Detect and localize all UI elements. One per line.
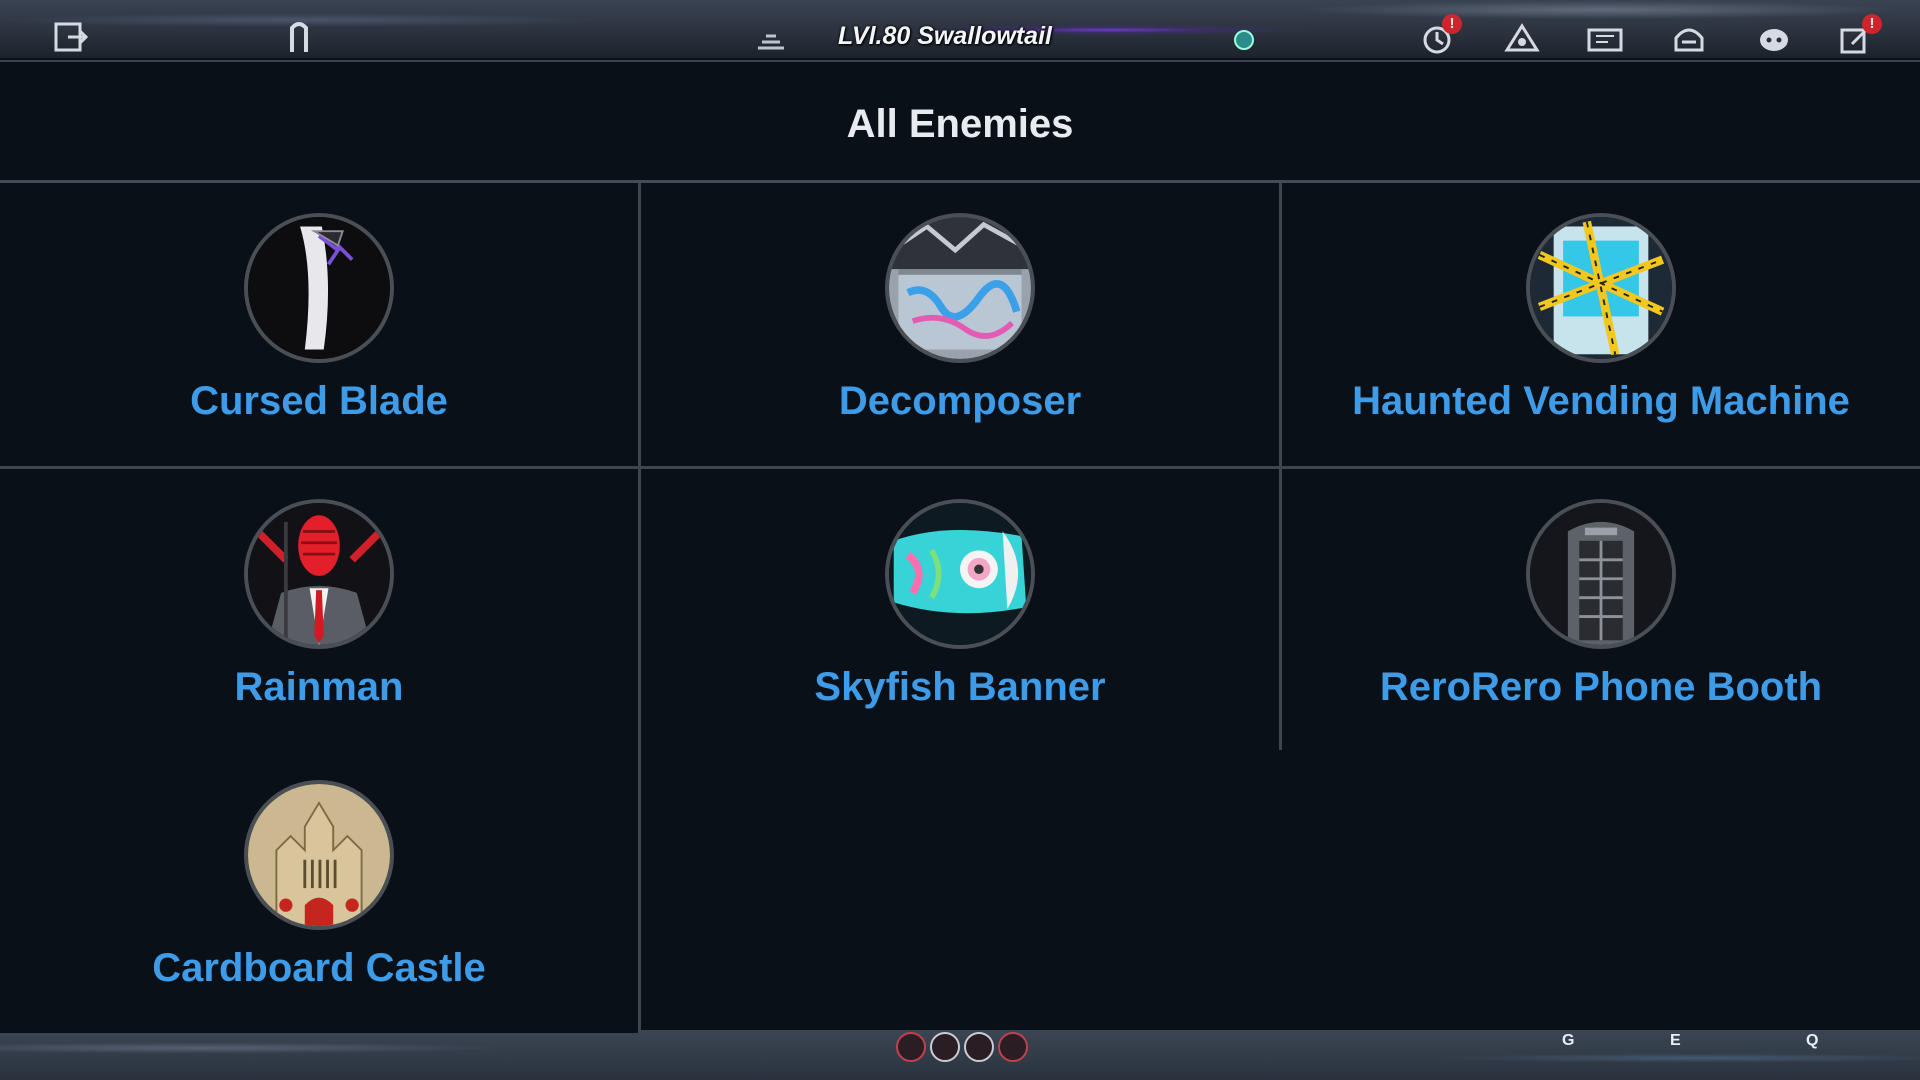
enemy-card[interactable]: Rainman — [0, 469, 638, 752]
skill-slot-icon[interactable] — [998, 1032, 1028, 1062]
game-viewport-bottom — [0, 1028, 1920, 1080]
mail-icon[interactable]: ! — [1838, 14, 1882, 56]
skill-slot-icon[interactable] — [930, 1032, 960, 1062]
skill-slot-icon[interactable] — [964, 1032, 994, 1062]
vending-machine-portrait — [1526, 213, 1676, 363]
enemy-card[interactable]: Haunted Vending Machine — [1282, 183, 1920, 466]
key-hint-e: E — [1670, 1032, 1681, 1049]
player-level-name: LVl.80 Swallowtail — [838, 22, 1052, 50]
exit-icon[interactable] — [52, 18, 90, 56]
key-hint-g: G — [1562, 1032, 1575, 1049]
enemy-name: Cursed Blade — [190, 379, 448, 423]
decomposer-portrait — [885, 213, 1035, 363]
antenna-icon — [752, 18, 790, 56]
cursed-blade-portrait — [244, 213, 394, 363]
all-enemies-panel: All Enemies Cursed Blade Decomposer Haun… — [0, 60, 1920, 1033]
skyfish-banner-portrait — [885, 499, 1035, 649]
chat-icon[interactable] — [1755, 18, 1793, 56]
party-icon[interactable] — [1503, 18, 1541, 56]
key-hint-q: Q — [1806, 1032, 1819, 1049]
pager-icon[interactable] — [1670, 18, 1708, 56]
cardboard-castle-portrait — [244, 780, 394, 930]
enemy-name: Rainman — [234, 665, 404, 709]
enemy-card[interactable]: Decomposer — [641, 183, 1279, 466]
phone-booth-portrait — [1526, 499, 1676, 649]
enemy-name: Cardboard Castle — [152, 946, 486, 990]
quest-alert-badge: ! — [1442, 14, 1462, 34]
map-icon[interactable] — [1586, 18, 1624, 56]
skill-slot-icon[interactable] — [896, 1032, 926, 1062]
enemy-name: Skyfish Banner — [814, 665, 1106, 709]
enemies-grid: Cursed Blade Decomposer Haunted Vending … — [0, 183, 1920, 1033]
enemy-name: ReroRero Phone Booth — [1379, 665, 1823, 709]
enemy-card[interactable]: Cardboard Castle — [0, 750, 638, 1033]
glyph-icon[interactable] — [280, 18, 318, 56]
panel-title: All Enemies — [0, 62, 1920, 183]
status-indicator-icon — [1234, 30, 1254, 50]
enemy-name: Decomposer — [838, 379, 1082, 423]
quest-icon[interactable]: ! — [1418, 14, 1462, 56]
enemy-card[interactable]: ReroRero Phone Booth — [1282, 469, 1920, 752]
enemy-card[interactable]: Cursed Blade — [0, 183, 638, 466]
mail-alert-badge: ! — [1862, 14, 1882, 34]
enemy-card[interactable]: Skyfish Banner — [641, 469, 1279, 752]
enemy-name: Haunted Vending Machine — [1352, 379, 1850, 423]
rainman-portrait — [244, 499, 394, 649]
